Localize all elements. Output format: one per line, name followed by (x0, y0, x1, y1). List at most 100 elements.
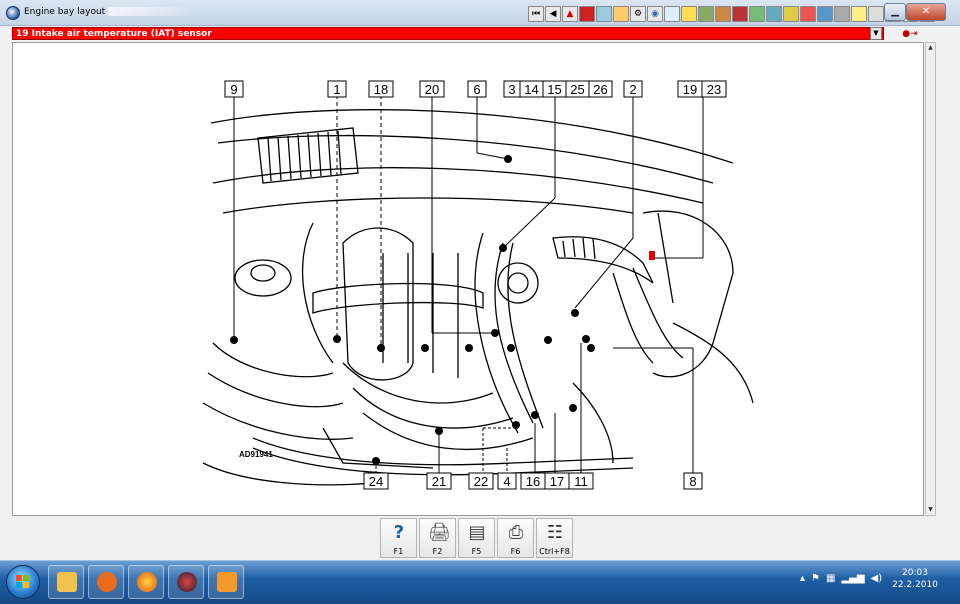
svg-text:26: 26 (593, 82, 607, 97)
first-page-icon[interactable]: ⏮ (528, 6, 544, 22)
toolbar: ⏮ ◀ ▲ ⚙ ◉ (528, 6, 935, 24)
item-selector[interactable]: 19 Intake air temperature (IAT) sensor (12, 27, 884, 40)
stop-icon[interactable] (800, 6, 816, 22)
car-icon[interactable] (732, 6, 748, 22)
callout-26[interactable]: 26 (588, 80, 613, 98)
taskbar-media-player[interactable] (88, 565, 124, 599)
windows-logo-icon (16, 575, 29, 588)
app-icon-taskbar (177, 572, 197, 592)
f6-print-button[interactable]: ⎙ F6 (497, 518, 534, 558)
svg-text:21: 21 (432, 474, 446, 489)
leader-lines (233, 95, 704, 476)
system-clock[interactable]: 20:03 22.2.2010 (880, 567, 950, 591)
f5-label: F5 (471, 547, 482, 556)
scroll-down-icon[interactable]: ▼ (926, 505, 935, 515)
bottom-callouts: 24 21 22 4 16 17 11 8 (363, 472, 703, 490)
f1-help-button[interactable]: ? F1 (380, 518, 417, 558)
callout-17[interactable]: 17 (544, 472, 570, 490)
printer-icon: ⎙ (508, 522, 524, 543)
callout-2[interactable]: 2 (623, 80, 643, 98)
chip-icon[interactable] (698, 6, 714, 22)
taskbar-app[interactable] (168, 565, 204, 599)
scroll-up-icon[interactable]: ▲ (926, 43, 935, 53)
iat-sensor-highlight (649, 251, 655, 260)
engine-linework (202, 109, 754, 486)
print-setup-icon: 🖨 (428, 522, 451, 543)
taskbar-firefox[interactable] (128, 565, 164, 599)
title-bar[interactable]: Engine bay layout ⏮ ◀ ▲ ⚙ ◉ ▁ ✕ (0, 0, 960, 26)
svg-text:2: 2 (629, 82, 636, 97)
callout-15[interactable]: 15 (542, 80, 567, 98)
monitor-icon[interactable] (817, 6, 833, 22)
dial-icon[interactable] (834, 6, 850, 22)
diagram-panel: 9 1 18 20 6 3 14 15 25 26 2 19 23 24 21 … (12, 42, 924, 516)
doc-icon[interactable] (664, 6, 680, 22)
clock-time: 20:03 (902, 568, 928, 578)
up-arrow-icon[interactable]: ▴ (800, 573, 805, 584)
callout-20[interactable]: 20 (419, 80, 445, 98)
callout-25[interactable]: 25 (565, 80, 590, 98)
start-button[interactable] (6, 565, 40, 599)
system-tray: ▴ ⚑ ▦ ▂▄▆ ◀) (800, 573, 882, 584)
taskbar-explorer[interactable] (48, 565, 84, 599)
callout-22[interactable]: 22 (468, 472, 494, 490)
callout-11[interactable]: 11 (568, 472, 594, 490)
grid-icon[interactable] (749, 6, 765, 22)
callout-8[interactable]: 8 (683, 472, 703, 490)
callout-18[interactable]: 18 (368, 80, 394, 98)
media-player-icon (97, 572, 117, 592)
red-box-icon[interactable] (579, 6, 595, 22)
callout-6[interactable]: 6 (467, 80, 487, 98)
key-icon[interactable] (868, 6, 884, 22)
plug-icon[interactable] (715, 6, 731, 22)
flag-icon[interactable] (681, 6, 697, 22)
svg-text:14: 14 (524, 82, 538, 97)
screen-icon[interactable] (596, 6, 612, 22)
callout-9[interactable]: 9 (224, 80, 244, 98)
bird-icon[interactable] (783, 6, 799, 22)
tool-icon[interactable] (613, 6, 629, 22)
selected-item-label: 19 Intake air temperature (IAT) sensor (16, 29, 212, 39)
f2-print-setup-button[interactable]: 🖨 F2 (419, 518, 456, 558)
close-button[interactable]: ✕ (906, 3, 946, 21)
note-icon[interactable] (851, 6, 867, 22)
svg-text:1: 1 (333, 82, 340, 97)
exit-icon[interactable]: ●⇥ (902, 28, 918, 40)
svg-text:22: 22 (474, 474, 488, 489)
callout-16[interactable]: 16 (520, 472, 546, 490)
network-icon[interactable]: ▦ (826, 573, 835, 584)
top-callouts: 9 1 18 20 6 3 14 15 25 26 2 19 23 (224, 80, 727, 98)
minimize-button[interactable]: ▁ (884, 3, 906, 21)
svg-text:8: 8 (689, 474, 696, 489)
svg-text:16: 16 (526, 474, 540, 489)
svg-text:4: 4 (503, 474, 510, 489)
callout-21[interactable]: 21 (426, 472, 452, 490)
f1-label: F1 (393, 547, 404, 556)
callout-14[interactable]: 14 (519, 80, 544, 98)
function-key-bar: ? F1 🖨 F2 ▤ F5 ⎙ F6 ☷ Ctrl+F8 (380, 518, 573, 558)
title-ghost-decoration (108, 7, 188, 16)
callout-19[interactable]: 19 (677, 80, 703, 98)
callout-24[interactable]: 24 (363, 472, 389, 490)
chevron-down-icon[interactable]: ▼ (870, 27, 882, 40)
prev-page-icon[interactable]: ◀ (545, 6, 561, 22)
warning-icon[interactable]: ▲ (562, 6, 578, 22)
vertical-scrollbar[interactable]: ▲ ▼ (925, 42, 936, 516)
taskbar-app-2[interactable] (208, 565, 244, 599)
callout-4[interactable]: 4 (497, 472, 517, 490)
callout-1[interactable]: 1 (327, 80, 347, 98)
globe-icon[interactable]: ◉ (647, 6, 663, 22)
taskbar: ▴ ⚑ ▦ ▂▄▆ ◀) 20:03 22.2.2010 (0, 560, 960, 604)
svg-text:3: 3 (508, 82, 515, 97)
svg-text:6: 6 (473, 82, 480, 97)
gear-icon[interactable]: ⚙ (630, 6, 646, 22)
signal-icon[interactable]: ▂▄▆ (841, 573, 864, 584)
callout-3[interactable]: 3 (503, 80, 521, 98)
flag-icon[interactable]: ⚑ (811, 573, 820, 584)
app-icon[interactable] (6, 6, 20, 20)
callout-23[interactable]: 23 (701, 80, 727, 98)
chart-icon[interactable] (766, 6, 782, 22)
svg-text:11: 11 (574, 474, 588, 489)
ctrl-f8-table-button[interactable]: ☷ Ctrl+F8 (536, 518, 573, 558)
f5-document-button[interactable]: ▤ F5 (458, 518, 495, 558)
